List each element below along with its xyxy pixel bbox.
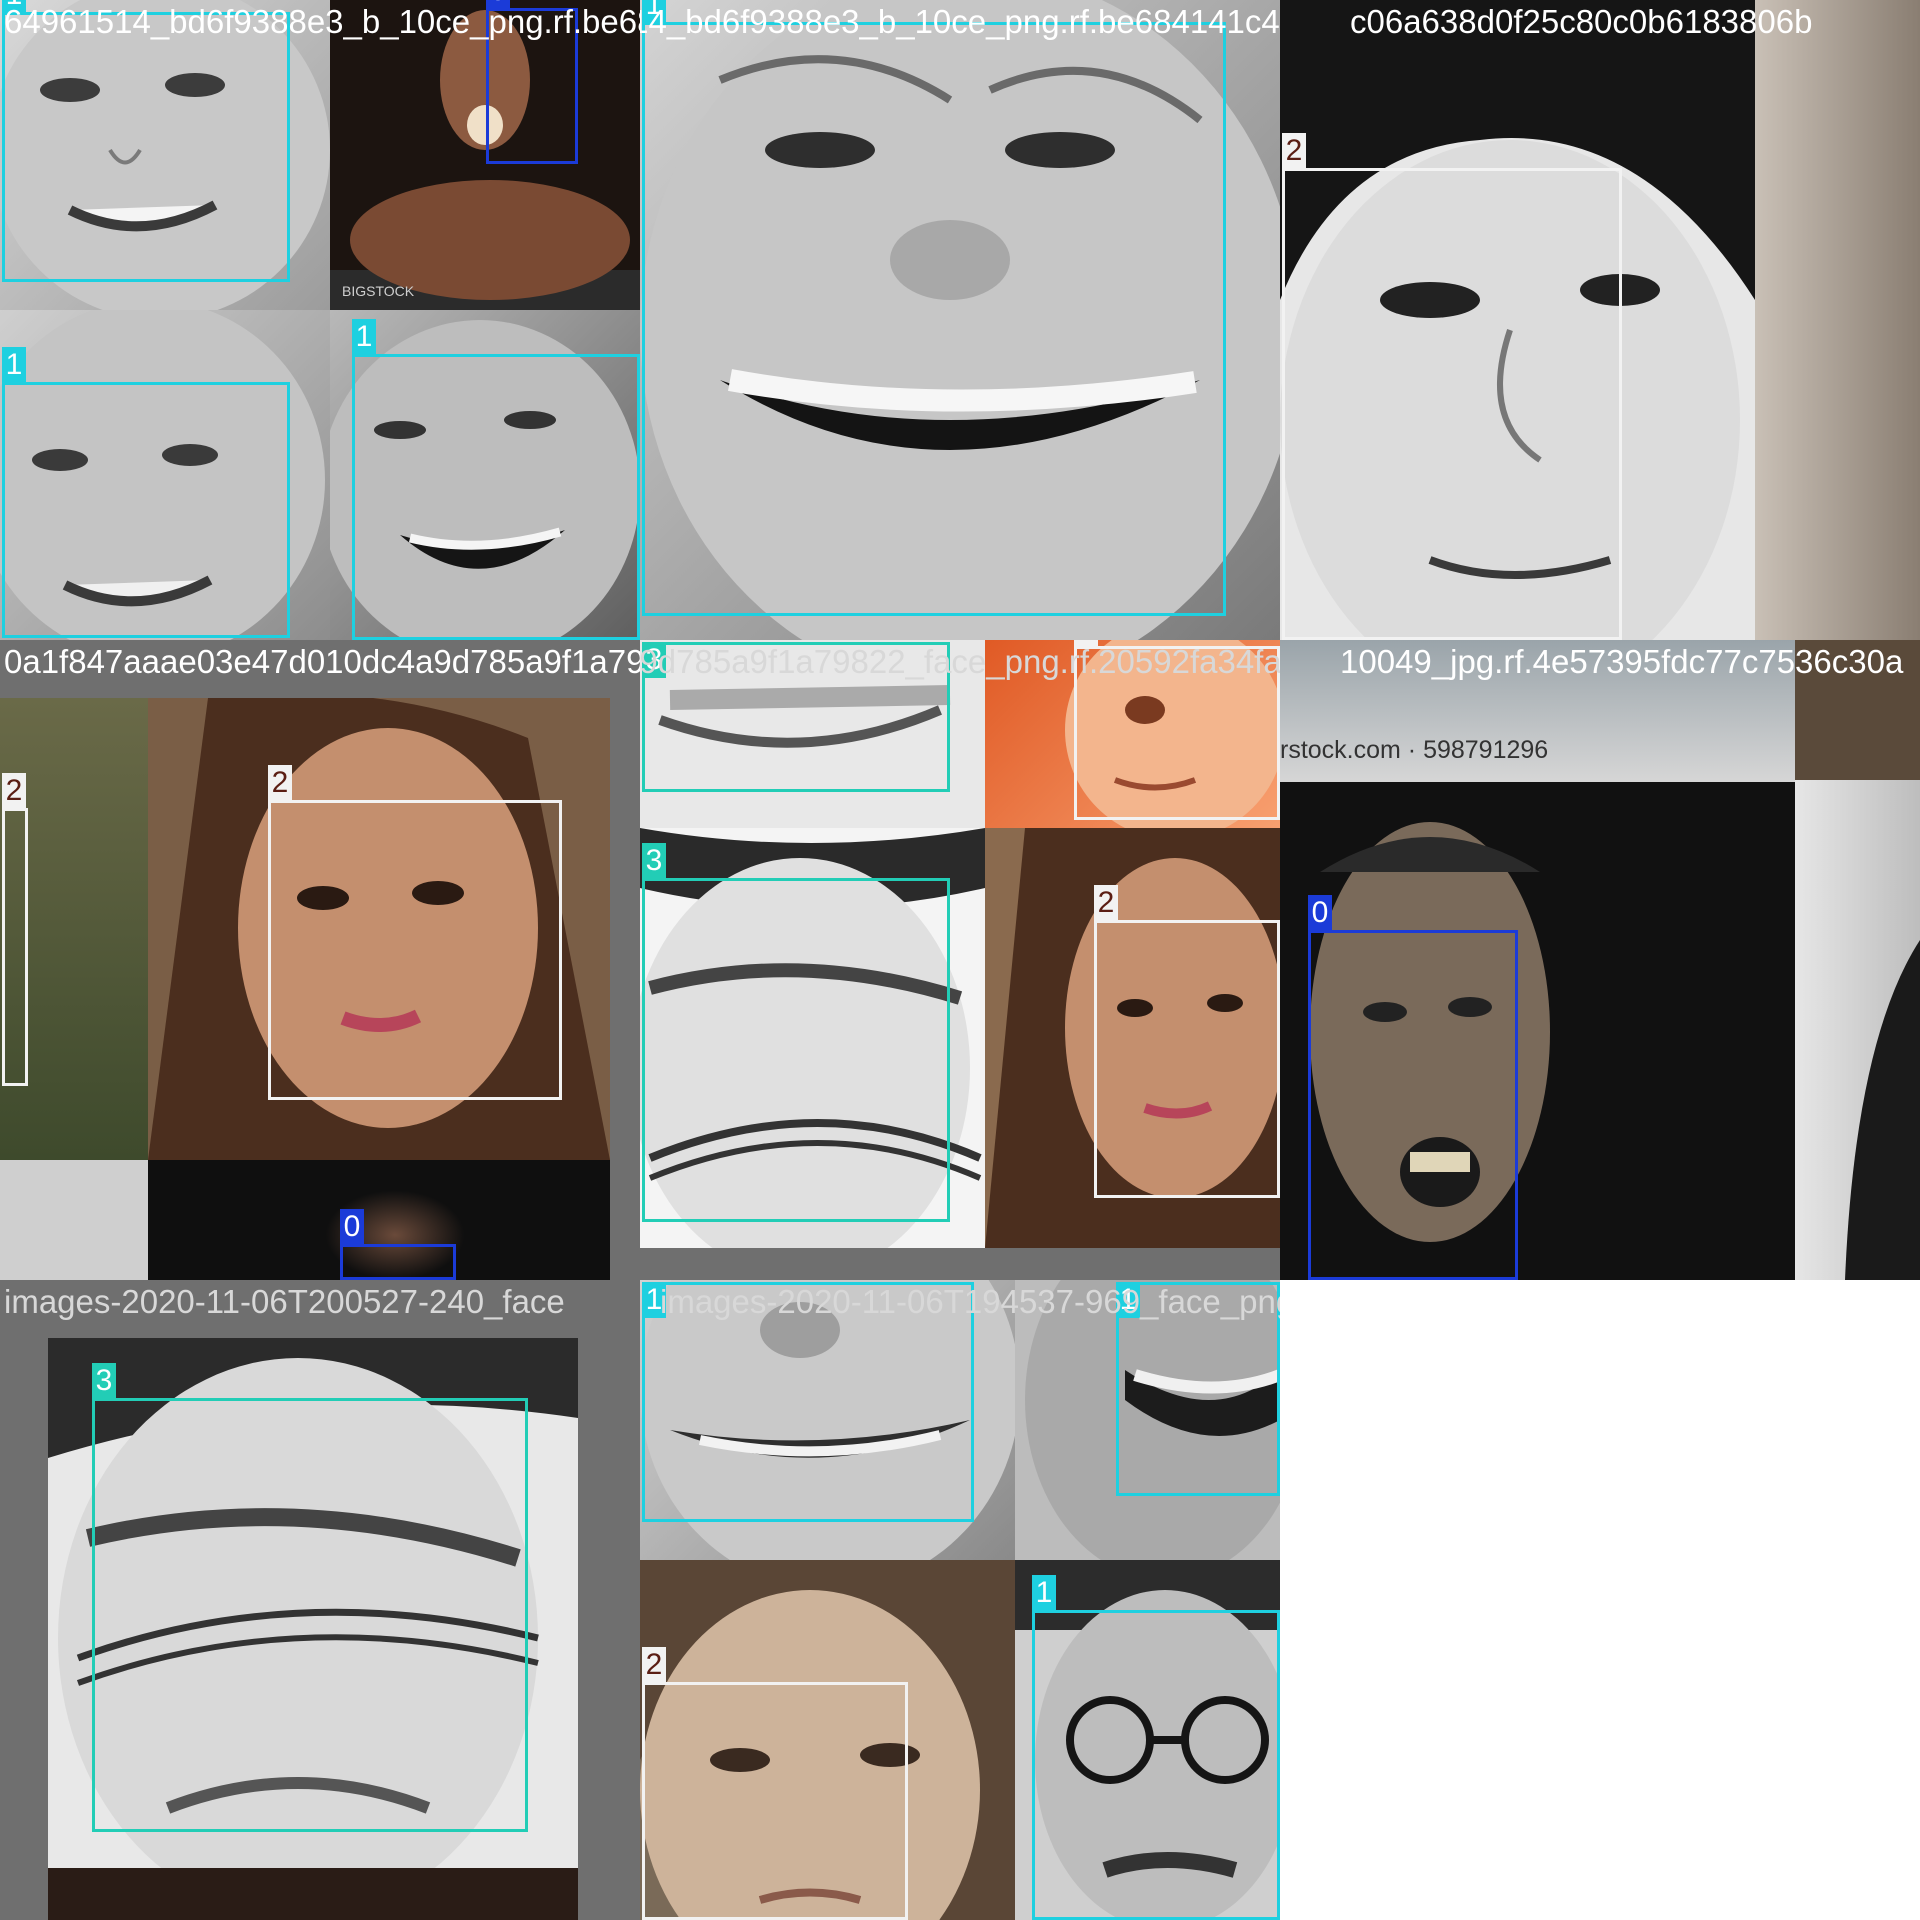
right-woman-strip <box>1795 640 1920 1280</box>
class-label: 0 <box>340 1209 364 1245</box>
detection-box: 2 <box>1094 885 1280 1198</box>
side-portrait-strip <box>1755 0 1920 640</box>
empty-mosaic-slot <box>1280 1280 1920 1920</box>
bigstock-watermark: BIGSTOCK <box>342 283 415 299</box>
mosaic-tile-a: BIGSTOCK 64961514_bd6f9388e3_b_10ce_png.… <box>0 0 640 640</box>
detection-box: 0 <box>1308 895 1518 1280</box>
detection-box: 2 <box>2 773 28 1086</box>
mosaic-tile-b: 64961514_bd6f9388e3_b_10ce_png.rf.be6841… <box>640 0 1280 640</box>
dark-hair-drawing <box>1795 640 1920 1280</box>
tile-caption-b: 64961514_bd6f9388e3_b_10ce_png.rf.be6841… <box>640 3 1280 40</box>
class-label: 1 <box>352 319 376 355</box>
detection-box: 1 <box>642 0 1226 616</box>
detection-box: 1 <box>2 347 290 638</box>
mosaic-tile-h: images-2020-11-06T194537-969_face_png.rf… <box>640 1280 1280 1920</box>
detection-box: 1 <box>352 319 640 640</box>
detection-box: 2 <box>642 1647 908 1920</box>
mosaic-tile-g: images-2020-11-06T200527-240_face 3 <box>0 1280 640 1920</box>
class-label: 2 <box>1094 885 1118 921</box>
class-label: 2 <box>642 1647 666 1683</box>
detection-box: 2 <box>268 765 562 1100</box>
class-label: 2 <box>268 765 292 801</box>
mosaic-tile-d: 0a1f847aaae03e47d010dc4a9d785a9f1a79822_… <box>0 640 640 1280</box>
class-label: 2 <box>2 773 26 809</box>
tile-caption-e: 0a1f847aaae03e47d010dc4a9d785a9f1a79822_… <box>640 643 1280 680</box>
class-label: 3 <box>92 1363 116 1399</box>
mosaic-tile-c: c06a638d0f25c80c0b6183806b 2 <box>1280 0 1920 640</box>
detection-box: 1 <box>1032 1575 1280 1920</box>
class-label: 0 <box>1308 895 1332 931</box>
detection-box: 1 <box>2 0 290 282</box>
mosaic-tile-e: 0a1f847aaae03e47d010dc4a9d785a9f1a79822_… <box>640 640 1280 1280</box>
tile-caption-d: 0a1f847aaae03e47d010dc4a9d785a9f1a79822_… <box>4 643 640 680</box>
tile-caption-f: 10049_jpg.rf.4e57395fdc77c7536c30a <box>1340 643 1904 680</box>
class-label: 2 <box>1282 133 1306 169</box>
class-label: 1 <box>2 347 26 383</box>
tile-caption-h: images-2020-11-06T194537-969_face_png.rf <box>660 1283 1280 1320</box>
angry-man-photo: BIGSTOCK <box>330 0 640 310</box>
gray-bottom-strip <box>640 1248 1280 1280</box>
angry-man-drawing: BIGSTOCK <box>330 10 640 310</box>
detection-box: 2 <box>1282 133 1622 640</box>
detection-box: 0 <box>340 1209 456 1280</box>
detection-box: 3 <box>642 843 950 1222</box>
mosaic-tile-f: rstock.com · 598791296 10049_jpg.rf.4e57… <box>1280 640 1920 1280</box>
tile-caption-a: 64961514_bd6f9388e3_b_10ce_png.rf.be6841… <box>4 3 640 40</box>
class-label: 1 <box>1032 1575 1056 1611</box>
class-label: 3 <box>642 843 666 879</box>
detection-box: 3 <box>92 1363 528 1832</box>
stock-id-watermark: rstock.com · 598791296 <box>1280 736 1549 764</box>
dark-angry-strip <box>0 1160 610 1280</box>
tile-caption-c: c06a638d0f25c80c0b6183806b <box>1350 3 1813 40</box>
tile-caption-g: images-2020-11-06T200527-240_face <box>4 1283 565 1320</box>
